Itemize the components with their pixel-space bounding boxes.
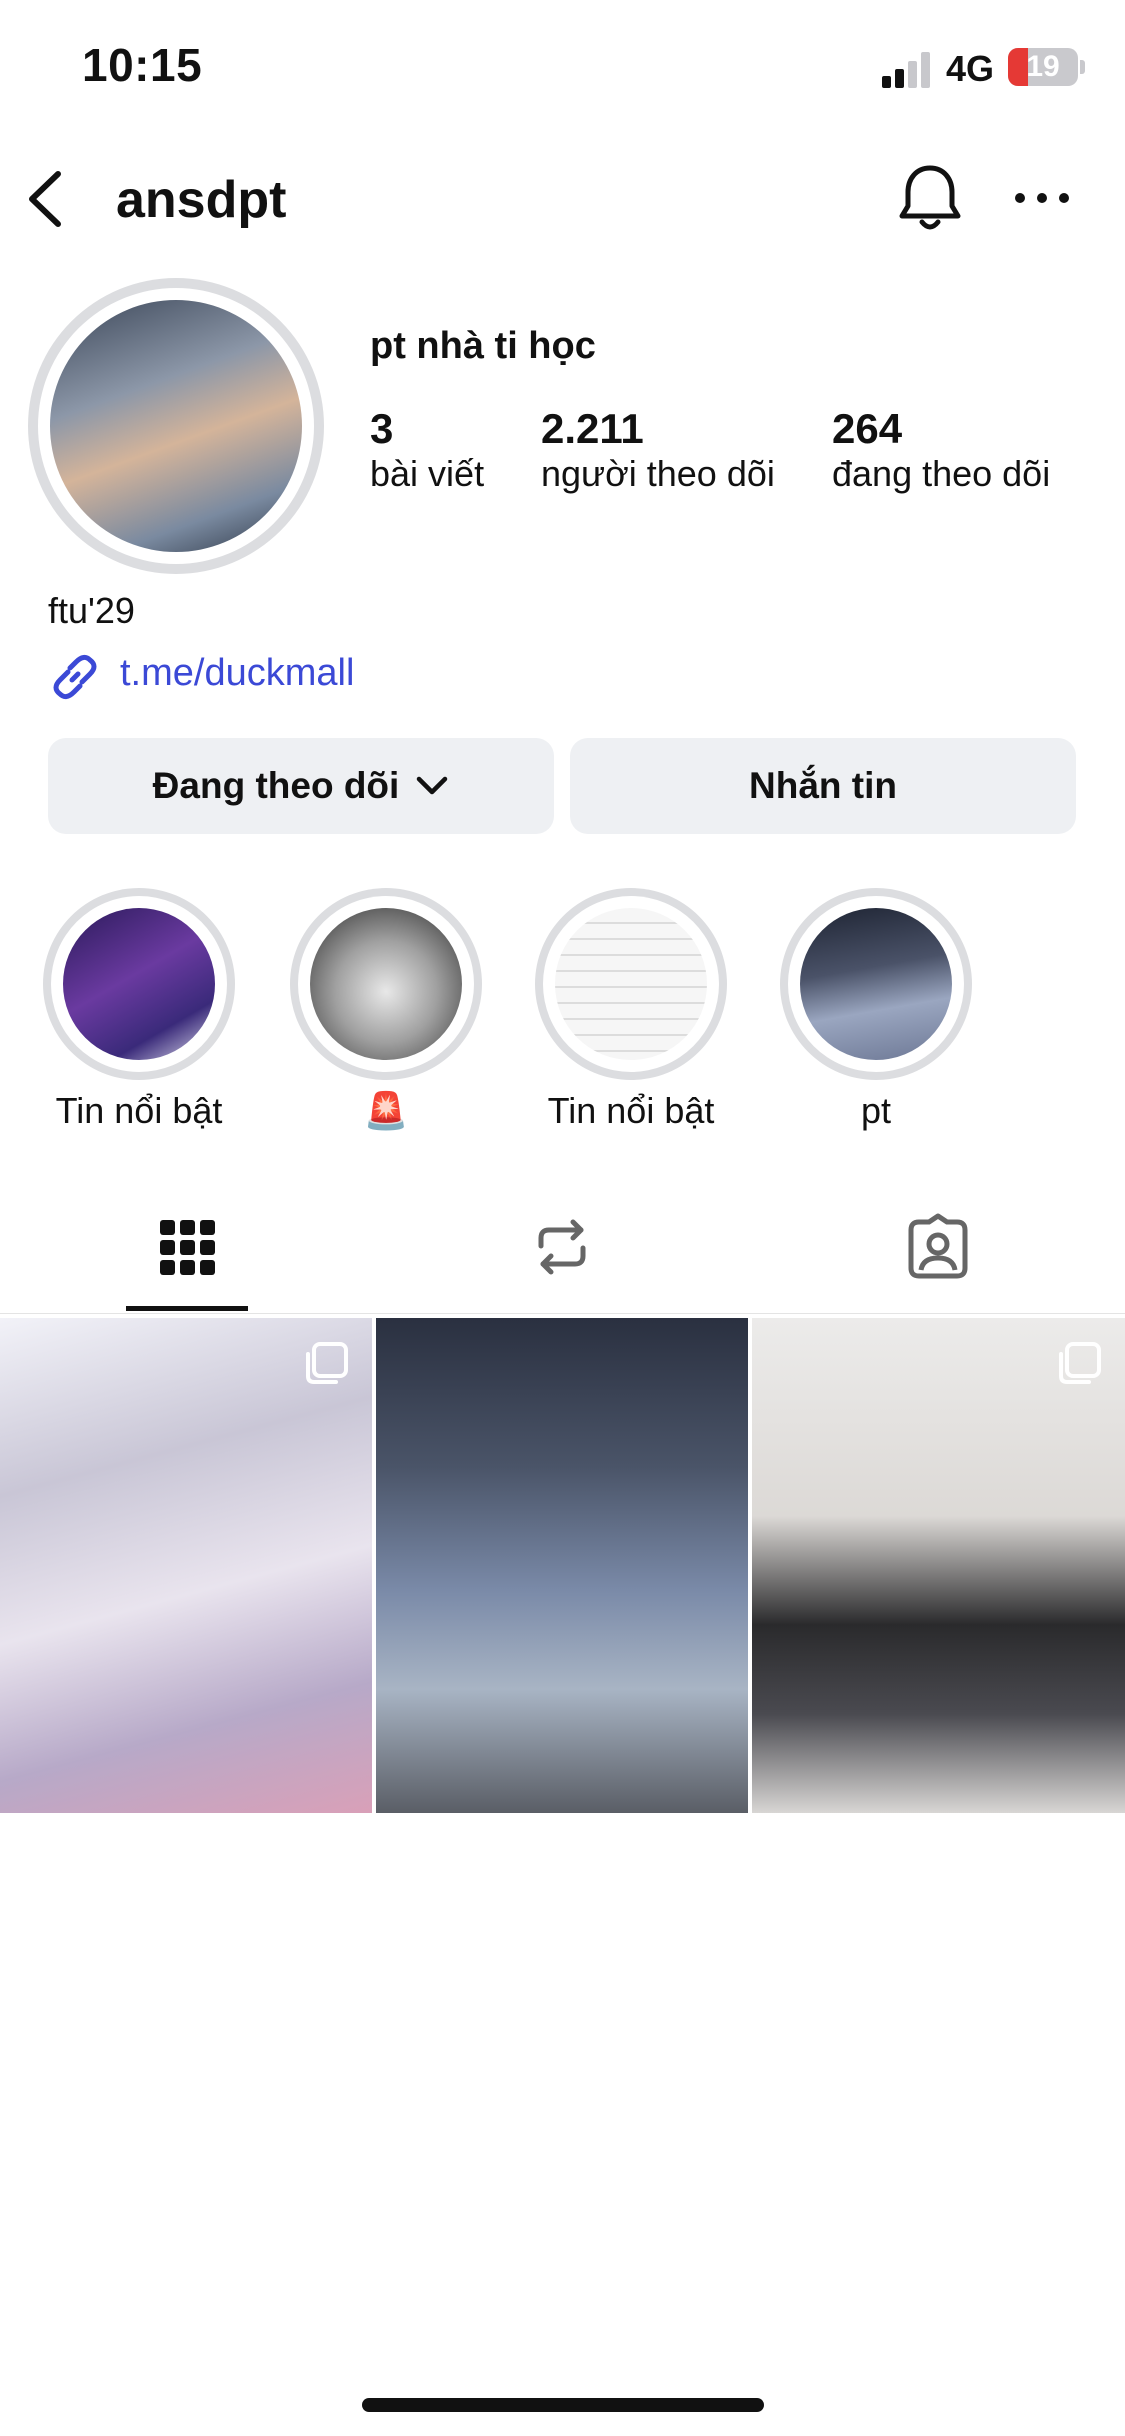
stat-posts[interactable]: 3 bài viết [370,405,484,495]
signal-icon [882,52,930,88]
stat-label: người theo dõi [541,453,775,494]
highlight-circle[interactable] [290,888,482,1080]
stat-value: 2.211 [541,405,644,452]
stat-label: đang theo dõi [832,453,1051,494]
highlight-label: pt [860,1090,892,1131]
following-button-label: Đang theo dõi [152,765,400,806]
divider [0,1313,1125,1314]
chevron-left-icon[interactable] [22,168,68,230]
post-thumbnail[interactable] [376,1318,748,1813]
profile-username: ansdpt [116,171,287,229]
display-name: pt nhà ti học [370,325,596,367]
profile-bio: ftu'29 [48,590,135,631]
highlight-thumbnail [310,908,462,1060]
message-button-label: Nhắn tin [749,765,897,806]
stat-following[interactable]: 264 đang theo dõi [832,405,1050,495]
highlight-label: 🚨 [363,1090,409,1131]
highlight-circle[interactable] [780,888,972,1080]
following-button[interactable]: Đang theo dõi [48,738,554,834]
highlight-circle[interactable] [535,888,727,1080]
highlight-thumbnail [63,908,215,1060]
highlight-thumbnail [800,908,952,1060]
highlight-label: Tin nổi bật [55,1090,223,1131]
stat-label: bài viết [370,453,485,494]
grid-icon[interactable] [152,1212,222,1282]
multiple-posts-icon [1059,1342,1101,1384]
highlight-label: Tin nổi bật [547,1090,715,1131]
home-indicator[interactable] [362,2398,764,2412]
profile-link[interactable]: t.me/duckmall [120,652,354,695]
profile-avatar[interactable] [28,278,324,574]
post-thumbnail[interactable] [0,1318,372,1813]
battery-level: 19 [1026,50,1060,83]
network-type: 4G [946,48,995,89]
bell-icon[interactable] [896,162,964,234]
battery-tip [1080,60,1085,74]
post-thumbnail[interactable] [752,1318,1125,1813]
multiple-posts-icon [306,1342,348,1384]
stat-followers[interactable]: 2.211 người theo dõi [541,405,775,495]
battery-icon: 19 [1008,48,1078,86]
avatar-photo [50,300,302,552]
active-tab-indicator [126,1306,248,1311]
chevron-down-icon [417,776,448,795]
repost-icon[interactable] [527,1212,597,1282]
more-horizontal-icon[interactable] [1012,188,1072,208]
highlight-circle[interactable] [43,888,235,1080]
status-time: 10:15 [82,39,203,91]
stat-value: 264 [832,405,903,452]
link-icon [53,654,97,700]
highlight-thumbnail [555,908,707,1060]
tagged-icon[interactable] [903,1212,973,1282]
stat-value: 3 [370,405,394,452]
message-button[interactable]: Nhắn tin [570,738,1076,834]
